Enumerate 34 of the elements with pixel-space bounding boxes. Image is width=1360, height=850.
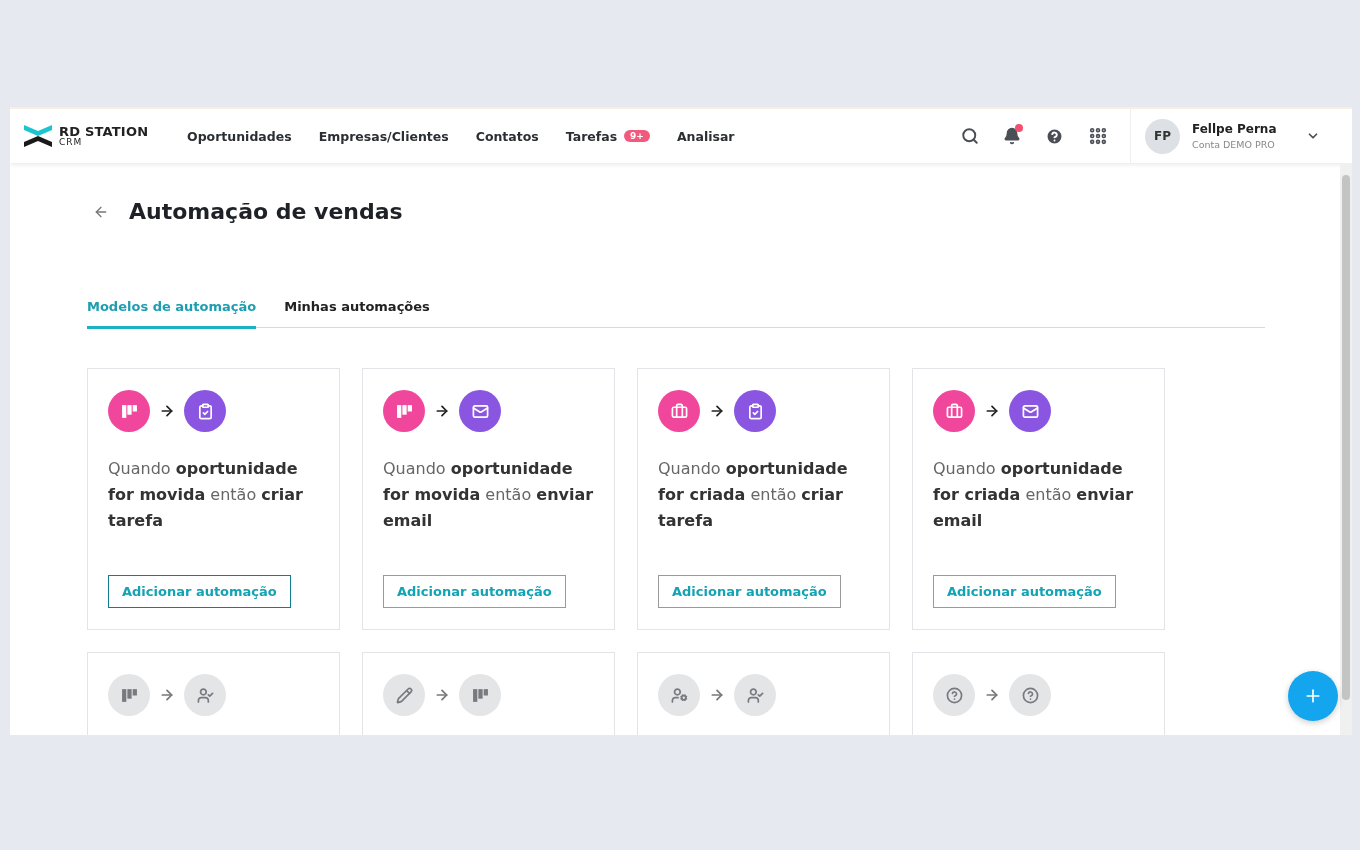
user-check-icon: [184, 674, 226, 716]
nav-link[interactable]: Tarefas 9+: [565, 128, 650, 144]
user-gear-icon: [658, 674, 700, 716]
search-icon[interactable]: [959, 125, 981, 147]
arrow-icon: [159, 687, 175, 703]
brand-name: RD STATION: [59, 125, 149, 138]
page-title: Automação de vendas: [129, 199, 403, 224]
arrow-icon: [434, 403, 450, 419]
user-name: Fellpe Perna: [1192, 122, 1278, 136]
automation-description: Quando oportunidade for criada então criar tarefa: [658, 458, 849, 532]
tab[interactable]: Minhas automações: [284, 299, 430, 329]
arrow-icon: [984, 687, 1000, 703]
arrow-icon: [709, 687, 725, 703]
automation-description: Quando oportunidade for movida então enviar email: [383, 458, 594, 532]
scrollbar-thumb[interactable]: [1342, 175, 1350, 700]
pipeline-icon: [108, 674, 150, 716]
user-avatar[interactable]: FP: [1145, 118, 1180, 154]
automation-description: Quando oportunidade for movida então criar tarefa: [108, 458, 304, 532]
nav-link[interactable]: Empresas/Clientes: [318, 128, 449, 144]
account-name: Conta DEMO PRO: [1192, 139, 1276, 150]
arrow-icon: [434, 687, 450, 703]
nav-link[interactable]: Contatos: [475, 128, 539, 144]
automation-description: Quando oportunidade for criada então enviar email: [933, 458, 1135, 532]
nav-link[interactable]: Analisar: [676, 128, 735, 144]
pipeline-icon: [459, 674, 501, 716]
help-icon: [933, 674, 975, 716]
brand-subtitle: CRM: [59, 138, 84, 147]
user-check-icon: [734, 674, 776, 716]
logo-icon: [23, 122, 53, 150]
pencil-icon: [383, 674, 425, 716]
add-button[interactable]: [1288, 671, 1338, 721]
help-icon: [1009, 674, 1051, 716]
nav-link[interactable]: Oportunidades: [187, 128, 292, 144]
count-badge: 9+: [624, 130, 650, 142]
